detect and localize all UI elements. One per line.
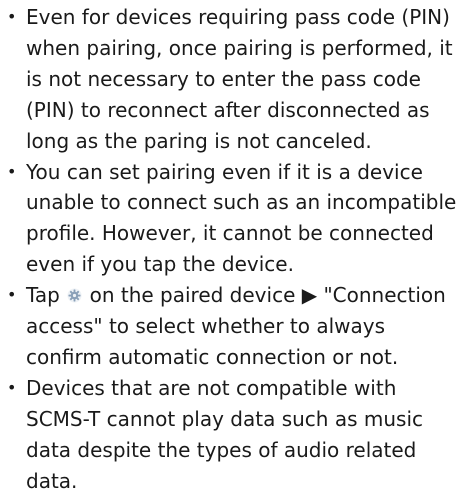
list-item: • Even for devices requiring pass code (… — [0, 2, 465, 157]
bullet-mark: • — [7, 7, 17, 26]
list-item: • Devices that are not compatible with S… — [0, 373, 465, 497]
bullet-mark: • — [7, 377, 17, 397]
gear-icon — [67, 288, 82, 303]
bullet-mark: • — [7, 161, 17, 181]
list-item-text-before-icon: Tap — [26, 283, 60, 308]
list-item-text: Even for devices requiring pass code (PI… — [26, 5, 453, 153]
list-item: • You can set pairing even if it is a de… — [0, 157, 465, 281]
document-body: • Even for devices requiring pass code (… — [0, 2, 465, 497]
bullet-mark: • — [7, 285, 17, 305]
list-item-text: Devices that are not compatible with SCM… — [26, 375, 424, 493]
list-item: • Tap on the paired device ▶ "Connection… — [0, 280, 465, 373]
list-item-text: You can set pairing even if it is a devi… — [26, 159, 457, 277]
list-item-text-after-icon: on the paired device ▶ "Connection acces… — [26, 283, 446, 369]
notes-list: • Even for devices requiring pass code (… — [0, 2, 465, 497]
